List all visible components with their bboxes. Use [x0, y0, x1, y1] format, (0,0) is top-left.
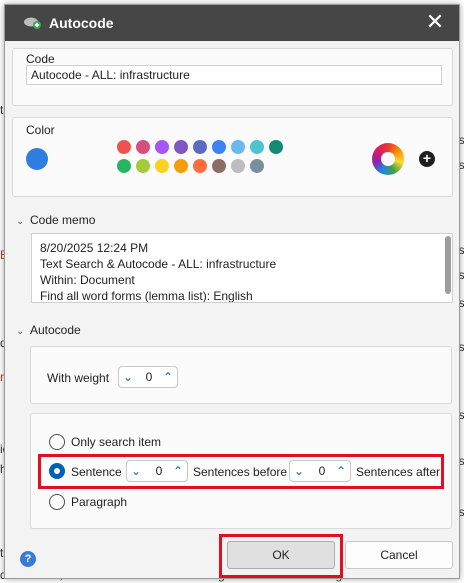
color-swatch[interactable]: [136, 140, 150, 154]
color-swatch[interactable]: [117, 159, 131, 173]
sentences-before-spinner[interactable]: ⌄ 0 ⌃: [126, 460, 188, 482]
chevron-down-icon[interactable]: ⌄: [292, 464, 306, 478]
only-search-item-radio[interactable]: [49, 434, 65, 450]
color-swatch[interactable]: [155, 140, 169, 154]
code-memo-textarea[interactable]: 8/20/2025 12:24 PM Text Search & Autocod…: [31, 233, 453, 303]
code-memo-header[interactable]: ⌄ Code memo: [16, 213, 95, 227]
chevron-up-icon[interactable]: ⌃: [171, 464, 185, 478]
chevron-down-icon[interactable]: ⌄: [121, 370, 135, 384]
sentences-after-label: Sentences after: [356, 465, 441, 479]
weight-value: 0: [145, 370, 153, 384]
code-label: Code: [26, 52, 55, 66]
app-logo-icon: [24, 17, 41, 29]
paragraph-label: Paragraph: [71, 495, 128, 509]
color-swatch[interactable]: [193, 140, 207, 154]
color-swatch[interactable]: [155, 159, 169, 173]
sentences-before-value: 0: [155, 464, 163, 478]
color-wheel-icon[interactable]: [372, 143, 404, 175]
color-swatch[interactable]: [174, 159, 188, 173]
chevron-up-icon[interactable]: ⌃: [161, 370, 175, 384]
color-swatch[interactable]: [269, 140, 283, 154]
chevron-up-icon[interactable]: ⌃: [334, 464, 348, 478]
color-swatch[interactable]: [250, 159, 264, 173]
dialog-title: Autocode: [49, 15, 114, 31]
sentences-after-spinner[interactable]: ⌄ 0 ⌃: [289, 460, 351, 482]
memo-line: 8/20/2025 12:24 PM: [40, 241, 149, 255]
sentence-radio[interactable]: [49, 463, 65, 479]
autocode-label: Autocode: [30, 323, 81, 337]
weight-spinner[interactable]: ⌄ 0 ⌃: [118, 366, 178, 388]
color-swatch[interactable]: [212, 140, 226, 154]
ok-button[interactable]: OK: [227, 541, 335, 569]
color-swatch[interactable]: [212, 159, 226, 173]
bg-fragment: t: [0, 103, 4, 117]
autocode-dialog: Autocode ✕ Code Color + ⌄ Code memo 8/20/…: [4, 4, 460, 579]
color-swatch[interactable]: [193, 159, 207, 173]
code-name-input[interactable]: [26, 65, 442, 85]
only-search-item-label: Only search item: [71, 435, 162, 449]
close-icon: ✕: [425, 9, 445, 34]
code-memo-label: Code memo: [30, 213, 96, 227]
chevron-down-icon: ⌄: [16, 326, 25, 337]
paragraph-radio[interactable]: [49, 494, 65, 510]
sentence-label: Sentence: [71, 465, 122, 479]
weight-panel: With weight ⌄ 0 ⌃: [30, 346, 452, 404]
color-swatch[interactable]: [117, 140, 131, 154]
color-swatch[interactable]: [250, 140, 264, 154]
autocode-header[interactable]: ⌄ Autocode: [16, 323, 81, 337]
chevron-down-icon: ⌄: [16, 216, 25, 227]
bg-fragment: t: [0, 546, 4, 560]
memo-line: Text Search & Autocode - ALL: infrastruc…: [40, 257, 277, 271]
memo-line: Find all word forms (lemma list): Englis…: [40, 289, 253, 303]
color-swatch[interactable]: [231, 159, 245, 173]
memo-scrollbar[interactable]: [445, 236, 451, 294]
color-swatch[interactable]: [174, 140, 188, 154]
color-label: Color: [26, 123, 55, 137]
title-bar: Autocode ✕: [5, 5, 459, 41]
code-panel: Code: [12, 48, 453, 106]
sentences-after-value: 0: [318, 464, 326, 478]
color-swatch[interactable]: [136, 159, 150, 173]
close-button[interactable]: ✕: [423, 11, 447, 35]
add-color-button[interactable]: +: [419, 151, 435, 167]
cancel-button[interactable]: Cancel: [345, 541, 453, 569]
color-swatch[interactable]: [231, 140, 245, 154]
chevron-down-icon[interactable]: ⌄: [129, 464, 143, 478]
current-color-swatch[interactable]: [26, 148, 48, 170]
sentences-before-label: Sentences before: [193, 465, 288, 479]
memo-line: Within: Document: [40, 273, 135, 287]
weight-label: With weight: [47, 371, 110, 385]
help-icon[interactable]: ?: [20, 551, 36, 567]
